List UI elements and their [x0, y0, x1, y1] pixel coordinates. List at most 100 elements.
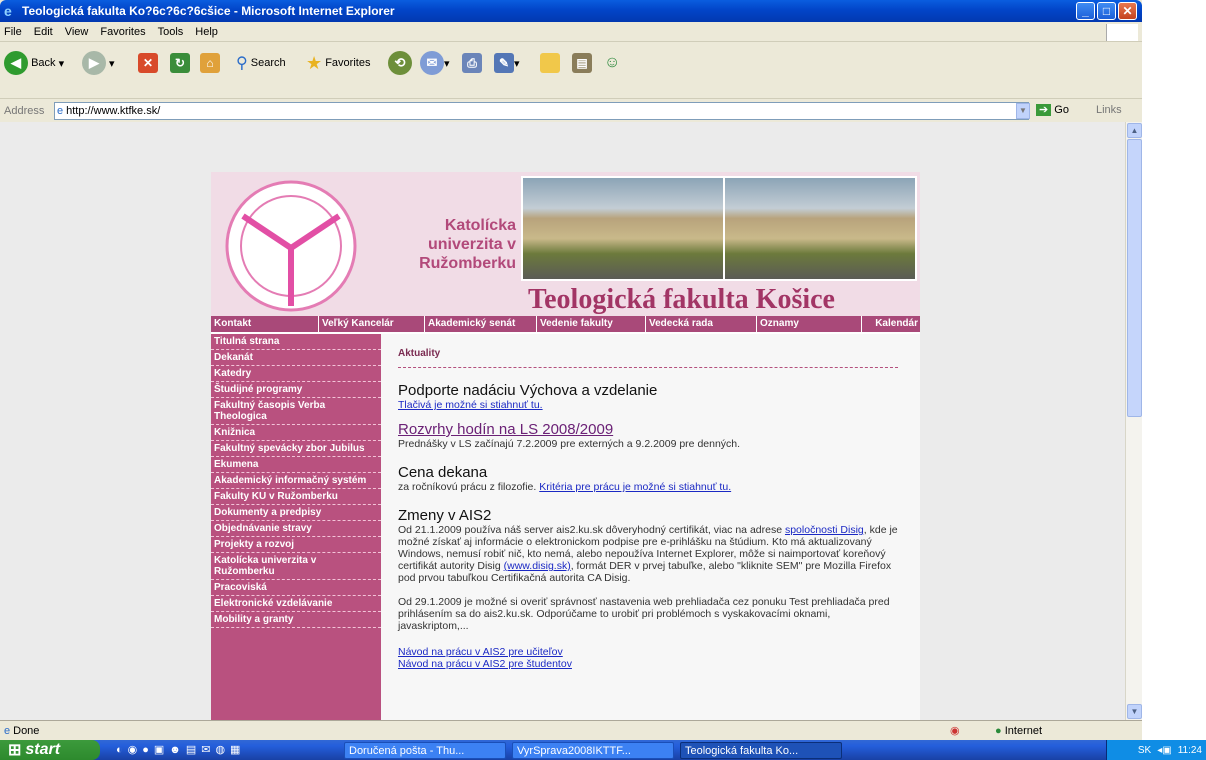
- sidebar-item[interactable]: Knižnica: [211, 425, 381, 441]
- print-button[interactable]: ⎙: [462, 48, 482, 78]
- news-link[interactable]: Návod na prácu v AIS2 pre študentov: [398, 658, 572, 670]
- history-icon: ⟲: [388, 51, 412, 75]
- scroll-down-icon[interactable]: ▼: [1127, 704, 1142, 719]
- sidebar-item[interactable]: Fakultný časopis Verba Theologica: [211, 398, 381, 425]
- top-navigation: Kontakt Veľký Kancelár Akademický senát …: [211, 316, 920, 332]
- toolbar: ◀ Back ▾ ▶ ▾ ✕ ↻ ⌂ ⚲ Search ★ Favorites …: [0, 43, 1142, 99]
- research-button[interactable]: ▤: [572, 48, 592, 78]
- news-text: Od 29.1.2009 je možné si overiť správnos…: [398, 596, 890, 632]
- banner: Katolícka univerzita v Ružomberku Teolog…: [211, 172, 920, 316]
- go-arrow-icon: ➔: [1036, 104, 1052, 116]
- menu-favorites[interactable]: Favorites: [100, 26, 145, 38]
- sidebar-item[interactable]: Objednávanie stravy: [211, 521, 381, 537]
- system-tray: SK ◂▣ 11:24: [1106, 740, 1206, 760]
- nav-vedecka-rada[interactable]: Vedecká rada: [646, 316, 757, 332]
- go-button[interactable]: ➔ Go: [1036, 103, 1069, 116]
- sidebar-item[interactable]: Fakultný spevácky zbor Jubilus: [211, 441, 381, 457]
- edit-button[interactable]: ✎ ▾: [494, 48, 520, 78]
- edit-icon: ✎: [494, 53, 514, 73]
- sidebar-item[interactable]: Študijné programy: [211, 382, 381, 398]
- news-link[interactable]: (www.disig.sk): [504, 560, 571, 572]
- vertical-scrollbar[interactable]: ▲ ▼: [1125, 122, 1142, 720]
- address-dropdown-icon[interactable]: ▼: [1016, 103, 1030, 119]
- title-bar: e Teologická fakulta Ko?6c?6c?6cšice - M…: [0, 0, 1142, 22]
- news-title: Cena dekana: [398, 464, 488, 481]
- home-button[interactable]: ⌂: [200, 48, 220, 78]
- messenger-button[interactable]: ☺: [604, 48, 620, 78]
- news-link[interactable]: Tlačivá je možné si stiahnuť tu.: [398, 399, 543, 411]
- taskbar-item-ie[interactable]: Teologická fakulta Ko...: [680, 742, 842, 759]
- sidebar-item[interactable]: Mobility a granty: [211, 612, 381, 628]
- links-button[interactable]: Links: [1096, 104, 1122, 116]
- menu-file[interactable]: File: [4, 26, 22, 38]
- sidebar-item[interactable]: Fakulty KU v Ružomberku: [211, 489, 381, 505]
- sidebar-item[interactable]: Ekumena: [211, 457, 381, 473]
- close-button[interactable]: ✕: [1118, 2, 1137, 20]
- maximize-button[interactable]: □: [1097, 2, 1116, 20]
- news-title-link[interactable]: Rozvrhy hodín na LS 2008/2009: [398, 421, 920, 438]
- window-title: Teologická fakulta Ko?6c?6c?6cšice - Mic…: [22, 4, 395, 18]
- sidebar-item[interactable]: Akademický informačný systém: [211, 473, 381, 489]
- nav-kontakt[interactable]: Kontakt: [211, 316, 319, 332]
- address-label: Address: [4, 105, 45, 117]
- sidebar-item[interactable]: Dekanát: [211, 350, 381, 366]
- stop-button[interactable]: ✕: [138, 48, 158, 78]
- faculty-photo-1: [521, 176, 726, 281]
- tray-icon: ◂▣: [1157, 744, 1172, 756]
- menu-bar: File Edit View Favorites Tools Help: [0, 22, 1142, 42]
- page-done-icon: e: [4, 724, 11, 737]
- refresh-button[interactable]: ↻: [170, 48, 190, 78]
- start-button[interactable]: ⊞ start: [0, 740, 100, 760]
- faculty-name: Teologická fakulta Košice: [528, 284, 835, 315]
- scroll-thumb[interactable]: [1127, 139, 1142, 417]
- page-viewport: Katolícka univerzita v Ružomberku Teolog…: [0, 122, 1125, 720]
- nav-vedenie-fakulty[interactable]: Vedenie fakulty: [537, 316, 646, 332]
- news-title: Podporte nadáciu Výchova a vzdelanie: [398, 382, 658, 399]
- nav-oznamy[interactable]: Oznamy: [757, 316, 862, 332]
- scroll-up-icon[interactable]: ▲: [1127, 123, 1142, 138]
- sidebar-item[interactable]: Projekty a rozvoj: [211, 537, 381, 553]
- nav-velky-kancelar[interactable]: Veľký Kancelár: [319, 316, 425, 332]
- news-link[interactable]: spoločnosti Disig: [785, 524, 864, 536]
- mail-icon: ✉: [420, 51, 444, 75]
- taskbar-item-thunderbird[interactable]: Doručená pošta - Thu...: [344, 742, 506, 759]
- nav-akademicky-senat[interactable]: Akademický senát: [425, 316, 537, 332]
- faculty-photo-2: [723, 176, 917, 281]
- sidebar-item[interactable]: Dokumenty a predpisy: [211, 505, 381, 521]
- search-button[interactable]: ⚲ Search: [236, 48, 286, 78]
- back-button[interactable]: ◀ Back ▾: [4, 48, 64, 78]
- forward-arrow-icon: ▶: [82, 51, 106, 75]
- menu-view[interactable]: View: [65, 26, 89, 38]
- mail-button[interactable]: ✉ ▾: [420, 48, 450, 78]
- stop-icon: ✕: [138, 53, 158, 73]
- sidebar-item[interactable]: Pracoviská: [211, 580, 381, 596]
- forward-button[interactable]: ▶ ▾: [82, 48, 115, 78]
- page-icon: e: [57, 105, 64, 117]
- sidebar-item[interactable]: Elektronické vzdelávanie: [211, 596, 381, 612]
- news-text: Prednášky v LS začínajú 7.2.2009 pre ext…: [398, 438, 741, 450]
- sidebar-item[interactable]: Katolícka univerzita v Ružomberku: [211, 553, 381, 580]
- favorites-button[interactable]: ★ Favorites: [306, 48, 370, 78]
- folder-button[interactable]: [540, 48, 560, 78]
- sidebar-item[interactable]: Titulná strana: [211, 334, 381, 350]
- nav-kalendar[interactable]: Kalendár: [862, 316, 920, 332]
- news-link[interactable]: Kritéria pre prácu je možné si stiahnuť …: [539, 481, 731, 493]
- university-name: Katolícka univerzita v Ružomberku: [419, 217, 516, 272]
- menu-help[interactable]: Help: [195, 26, 218, 38]
- folder-icon: [540, 53, 560, 73]
- address-input[interactable]: e http://www.ktfke.sk/: [54, 102, 1029, 120]
- minimize-button[interactable]: _: [1076, 2, 1095, 20]
- history-button[interactable]: ⟲: [388, 48, 412, 78]
- language-indicator[interactable]: SK: [1138, 745, 1151, 756]
- webpage: Katolícka univerzita v Ružomberku Teolog…: [211, 172, 920, 720]
- taskbar-item-word[interactable]: VyrSprava2008IKTTF...: [512, 742, 674, 759]
- status-text: Done: [13, 724, 40, 737]
- news-link[interactable]: Návod na prácu v AIS2 pre učiteľov: [398, 646, 563, 658]
- research-icon: ▤: [572, 53, 592, 73]
- menu-edit[interactable]: Edit: [34, 26, 53, 38]
- taskbar: ⊞ start ◐◉●▣☻▤✉◍▦ Doručená pošta - Thu...…: [0, 740, 1206, 760]
- back-arrow-icon: ◀: [4, 51, 28, 75]
- news-text: za ročníkovú prácu z filozofie.: [398, 481, 537, 493]
- sidebar-item[interactable]: Katedry: [211, 366, 381, 382]
- menu-tools[interactable]: Tools: [158, 26, 184, 38]
